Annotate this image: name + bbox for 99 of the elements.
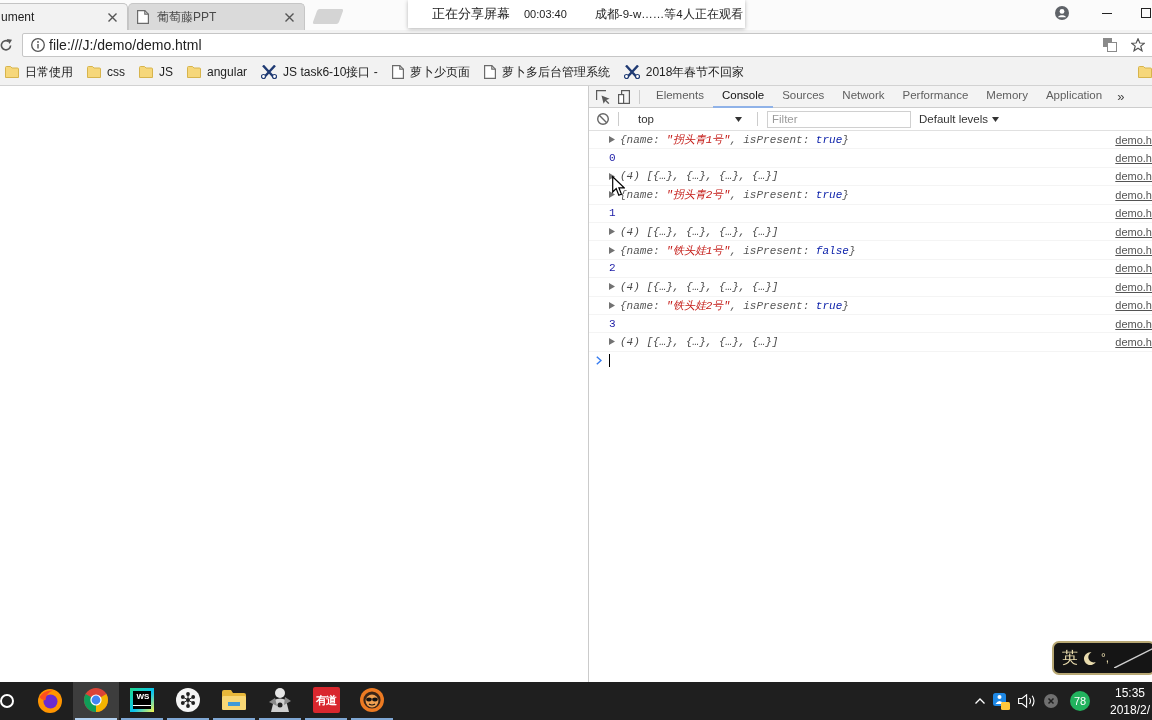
inspect-icon[interactable] (596, 89, 610, 104)
bookmark-link[interactable]: 萝卜多后台管理系统 (483, 63, 610, 81)
source-link[interactable]: demo.h (1115, 262, 1152, 275)
device-icon[interactable] (618, 89, 630, 104)
maximize-icon[interactable] (1141, 8, 1151, 18)
clock-date: 2018/2/ (1109, 702, 1150, 717)
chat-app-icon[interactable] (993, 692, 1010, 710)
devtools-tab[interactable]: Memory (977, 85, 1037, 108)
source-link[interactable]: demo.h (1115, 299, 1152, 312)
bookmark-link[interactable]: 萝卜少页面 (391, 63, 470, 81)
bookmark-link[interactable]: JS task6-10接口 - (261, 63, 378, 81)
browser-tab[interactable]: ument (0, 3, 128, 30)
folder-icon (5, 66, 19, 78)
taskbar-button[interactable] (73, 682, 119, 720)
prompt-icon (596, 356, 602, 366)
moon-icon[interactable] (1083, 651, 1096, 665)
page-icon (391, 65, 404, 79)
devtools-tab[interactable]: Console (712, 85, 774, 108)
share-status: 正在分享屏幕 (432, 5, 510, 23)
folder-icon (187, 66, 201, 78)
caret-icon (735, 116, 742, 122)
bookmark-link[interactable]: css (87, 65, 125, 79)
source-link[interactable]: demo.h (1115, 152, 1152, 165)
scissors-icon (623, 65, 640, 79)
speaker-icon[interactable] (1018, 694, 1036, 708)
source-link[interactable]: demo.h (1115, 336, 1152, 348)
bookmark-link[interactable]: angular (187, 65, 248, 79)
folder-icon (222, 690, 246, 710)
bookmarks-folder-icon (1138, 66, 1152, 78)
folder-icon (87, 66, 101, 78)
console-message: 3 (609, 317, 616, 330)
text-cursor-icon (609, 354, 610, 368)
more-tabs-button[interactable]: » (1117, 89, 1125, 104)
close-icon[interactable] (108, 12, 117, 22)
bookmark-link[interactable]: 日常使用 (5, 63, 73, 81)
console-message: 2 (609, 262, 616, 275)
chevron-up-icon[interactable] (975, 698, 985, 704)
pen-stroke-icon (1114, 648, 1152, 668)
console-message: {name: "铁头娃2号", isPresent: true} (620, 298, 849, 313)
sunglasses-face-icon (360, 688, 384, 712)
translate-icon[interactable] (1103, 37, 1117, 52)
info-icon[interactable] (31, 37, 45, 52)
source-link[interactable]: demo.h (1115, 133, 1152, 146)
globe-icon (38, 689, 62, 713)
expand-triangle-icon[interactable] (609, 172, 615, 180)
browser-tab[interactable]: 葡萄藤PPT (128, 3, 305, 30)
source-link[interactable]: demo.h (1115, 188, 1152, 201)
search-ring-icon[interactable] (0, 694, 14, 708)
dots-circle-icon (176, 688, 200, 712)
filter-field[interactable]: Filter (767, 110, 911, 128)
console-message: {name: "拐头青1号", isPresent: true} (620, 133, 849, 148)
console-message: {name: "铁头娃1号", isPresent: false} (620, 243, 856, 258)
source-link[interactable]: demo.h (1115, 280, 1152, 293)
taskbar-button[interactable]: 有道 (303, 682, 349, 720)
clear-console-icon[interactable] (597, 113, 609, 125)
profile-icon[interactable] (1055, 6, 1069, 20)
source-link[interactable]: demo.h (1115, 317, 1152, 330)
console-message: (4) [{…}, {…}, {…}, {…}] (620, 280, 779, 293)
devtools-tab[interactable]: Elements (647, 85, 713, 108)
share-viewers: 成都-9-w……等4人正在观看 (594, 6, 743, 22)
app-logo-tile: WS (130, 688, 154, 712)
page-icon (483, 65, 496, 79)
expand-triangle-icon[interactable] (609, 191, 615, 199)
devtools-tab[interactable]: Performance (893, 85, 978, 108)
taskbar-button[interactable]: WS (119, 682, 165, 720)
punctuation-toggle[interactable]: °, (1101, 651, 1110, 665)
close-icon[interactable] (285, 12, 294, 22)
source-link[interactable]: demo.h (1115, 207, 1152, 220)
app-logo-tile: 有道 (312, 687, 340, 713)
console-message: 0 (609, 152, 616, 165)
console-message: 1 (609, 207, 616, 220)
devtools-tab[interactable]: Network (833, 85, 894, 108)
console-message: {name: "拐头青2号", isPresent: true} (620, 188, 849, 203)
source-link[interactable]: demo.h (1115, 170, 1152, 183)
bookmark-link[interactable]: JS (139, 65, 173, 79)
scissors-icon (261, 65, 278, 79)
minimize-icon[interactable] (1102, 12, 1112, 14)
language-toggle[interactable]: 英 (1062, 647, 1078, 669)
source-link[interactable]: demo.h (1115, 225, 1152, 238)
share-timer: 00:03:40 (524, 8, 567, 20)
star-icon[interactable] (1131, 37, 1145, 52)
console-message: (4) [{…}, {…}, {…}, {…}] (620, 225, 779, 238)
folder-icon (139, 66, 153, 78)
devtools-tab[interactable]: Sources (773, 85, 834, 108)
source-link[interactable]: demo.h (1115, 244, 1152, 257)
levels-select[interactable]: Default levels (919, 113, 1000, 125)
console-message: (4) [{…}, {…}, {…}, {…}] (620, 170, 779, 183)
address-field[interactable]: file:///J:/demo/demo.html (22, 32, 1152, 57)
caret-icon (992, 116, 1000, 122)
context-select[interactable]: top (626, 113, 748, 125)
figure-icon (269, 688, 291, 712)
bookmark-link[interactable]: 2018年春节不回家 (623, 63, 745, 81)
page-icon (137, 10, 149, 24)
clock-time: 15:35 (1115, 685, 1145, 700)
close-circle-icon[interactable] (1044, 694, 1058, 708)
reload-icon[interactable] (0, 38, 12, 51)
round-logo-icon (84, 688, 108, 712)
devtools-tab[interactable]: Application (1036, 85, 1112, 108)
console-message: (4) [{…}, {…}, {…}, {…}] (620, 336, 779, 348)
